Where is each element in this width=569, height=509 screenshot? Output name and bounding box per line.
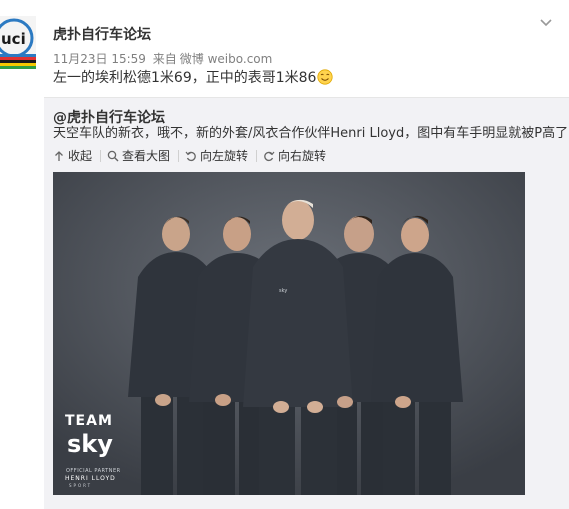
repost-body: 天空车队的新衣，哦不，新的外套/风衣合作伙伴Henri Lloyd，图中有车手明… [53, 126, 569, 141]
divider [100, 149, 102, 162]
source-prefix: 来自 [152, 52, 177, 66]
rotate-right-icon [263, 150, 275, 162]
post-source[interactable]: 微博 weibo.com [180, 52, 273, 66]
repost-text: 天空车队的新衣，哦不，新的外套/风衣合作伙伴Henri Lloyd，图中有车手明… [53, 123, 569, 145]
post-date[interactable]: 11月23日 15:59 [53, 52, 146, 66]
collapse-label: 收起 [68, 149, 93, 163]
collapse-button[interactable]: 收起 [53, 147, 92, 164]
magnifier-icon [107, 150, 119, 162]
henri-lloyd-logo: HENRI LLOYD [65, 475, 116, 482]
rotate-right-button[interactable]: 向右旋转 [263, 147, 326, 164]
rotate-left-icon [185, 150, 197, 162]
rotate-left-label: 向左旋转 [200, 149, 249, 163]
official-partner-label: OFFICIAL PARTNER [66, 468, 121, 474]
repost-box: @虎扑自行车论坛 天空车队的新衣，哦不，新的外套/风衣合作伙伴Henri Llo… [44, 97, 569, 509]
smile-emoji-icon [317, 69, 334, 85]
post-text: 左一的埃利松德1米69，正中的表哥1米86 [53, 68, 334, 88]
post-author[interactable]: 虎扑自行车论坛 [53, 24, 151, 44]
post-photo[interactable]: sky TEAM sky OFFICIAL PARTNER HENRI LLOY… [53, 172, 525, 495]
view-large-button[interactable]: 查看大图 [107, 147, 170, 164]
henri-lloyd-sport: SPORT [69, 483, 93, 488]
arrow-up-icon [53, 150, 65, 162]
image-actions: 收起 查看大图 向左旋转 向右旋转 [53, 147, 334, 164]
view-large-label: 查看大图 [122, 149, 171, 163]
team-sky-logo-sky: sky [67, 430, 113, 458]
divider [256, 149, 258, 162]
post-body: 左一的埃利松德1米69，正中的表哥1米86 [53, 70, 317, 86]
rotate-left-button[interactable]: 向左旋转 [185, 147, 248, 164]
post-meta: 11月23日 15:59 来自 微博 weibo.com [53, 50, 275, 67]
avatar[interactable]: uci [0, 14, 38, 72]
team-sky-logo-team: TEAM [65, 413, 113, 429]
svg-text:uci: uci [1, 30, 26, 48]
jacket-logo: sky [279, 288, 287, 294]
chevron-down-icon[interactable] [538, 14, 554, 30]
rotate-right-label: 向右旋转 [278, 149, 327, 163]
divider [178, 149, 180, 162]
